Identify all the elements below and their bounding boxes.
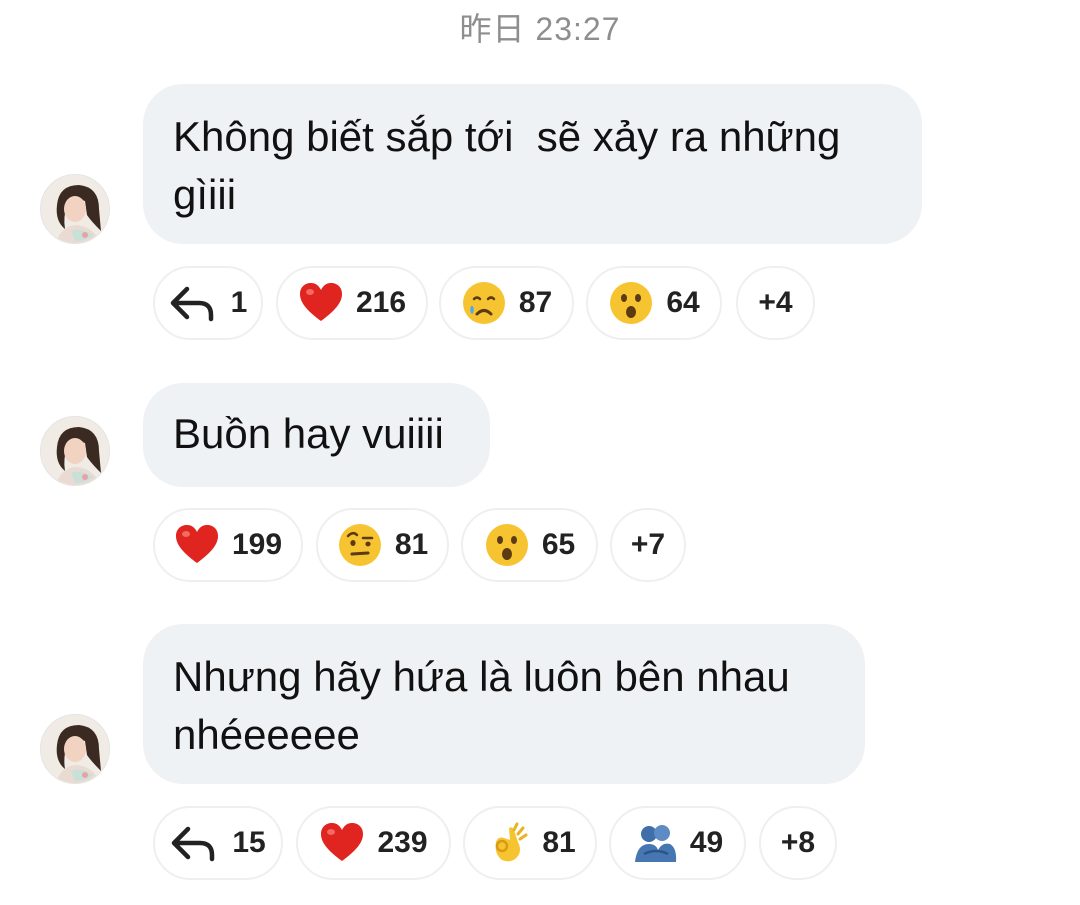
- reaction-count: 81: [394, 528, 429, 561]
- red-heart-emoji: [174, 522, 220, 568]
- reaction-heart[interactable]: 216: [276, 266, 428, 340]
- reaction-count: 216: [355, 286, 407, 319]
- sender-avatar[interactable]: [40, 714, 110, 784]
- reaction-count: 65: [541, 528, 576, 561]
- reply-count-button[interactable]: 15: [153, 806, 283, 880]
- reaction-wow[interactable]: 64: [586, 266, 722, 340]
- reply-count: 15: [232, 826, 266, 859]
- reply-arrow-icon: [170, 823, 220, 863]
- red-heart-emoji: [319, 820, 365, 866]
- reaction-count: 239: [377, 826, 428, 859]
- raised-eyebrow-emoji: [337, 522, 383, 568]
- ok-hand-emoji: [484, 820, 530, 866]
- surprised-face-emoji: [608, 280, 654, 326]
- reply-arrow-icon: [169, 283, 219, 323]
- reaction-ok[interactable]: 81: [463, 806, 597, 880]
- reaction-count: 64: [666, 286, 700, 319]
- red-heart-emoji: [298, 280, 344, 326]
- more-reactions-count: +7: [630, 528, 666, 561]
- reaction-count: 49: [689, 826, 724, 859]
- reaction-hug[interactable]: 49: [609, 806, 746, 880]
- message-bubble[interactable]: Không biết sắp tới sẽ xảy ra những gìiii: [143, 84, 922, 244]
- more-reactions-button[interactable]: +8: [759, 806, 837, 880]
- reaction-heart[interactable]: 239: [296, 806, 451, 880]
- reaction-wow[interactable]: 65: [461, 508, 598, 582]
- people-hugging-emoji: [632, 820, 678, 866]
- more-reactions-count: +4: [758, 286, 793, 319]
- reaction-count: 199: [231, 528, 283, 561]
- reaction-count: 87: [518, 286, 553, 319]
- reaction-cry[interactable]: 87: [439, 266, 574, 340]
- reply-count: 1: [230, 286, 248, 319]
- chat-screen: 昨日 23:27 Không biết sắp tới sẽ xảy ra nh…: [0, 0, 1080, 905]
- reply-count-button[interactable]: 1: [153, 266, 263, 340]
- crying-face-emoji: [461, 280, 507, 326]
- more-reactions-count: +8: [780, 826, 816, 859]
- reaction-eyebrow[interactable]: 81: [316, 508, 449, 582]
- message-bubble[interactable]: Buồn hay vuiiii: [143, 383, 490, 487]
- timestamp: 昨日 23:27: [459, 11, 621, 47]
- reaction-heart[interactable]: 199: [153, 508, 303, 582]
- sender-avatar[interactable]: [40, 416, 110, 486]
- surprised-face-emoji: [484, 522, 530, 568]
- more-reactions-button[interactable]: +4: [736, 266, 815, 340]
- message-bubble[interactable]: Nhưng hãy hứa là luôn bên nhau nhéeeeee: [143, 624, 865, 784]
- reaction-count: 81: [542, 826, 576, 859]
- more-reactions-button[interactable]: +7: [610, 508, 686, 582]
- sender-avatar[interactable]: [40, 174, 110, 244]
